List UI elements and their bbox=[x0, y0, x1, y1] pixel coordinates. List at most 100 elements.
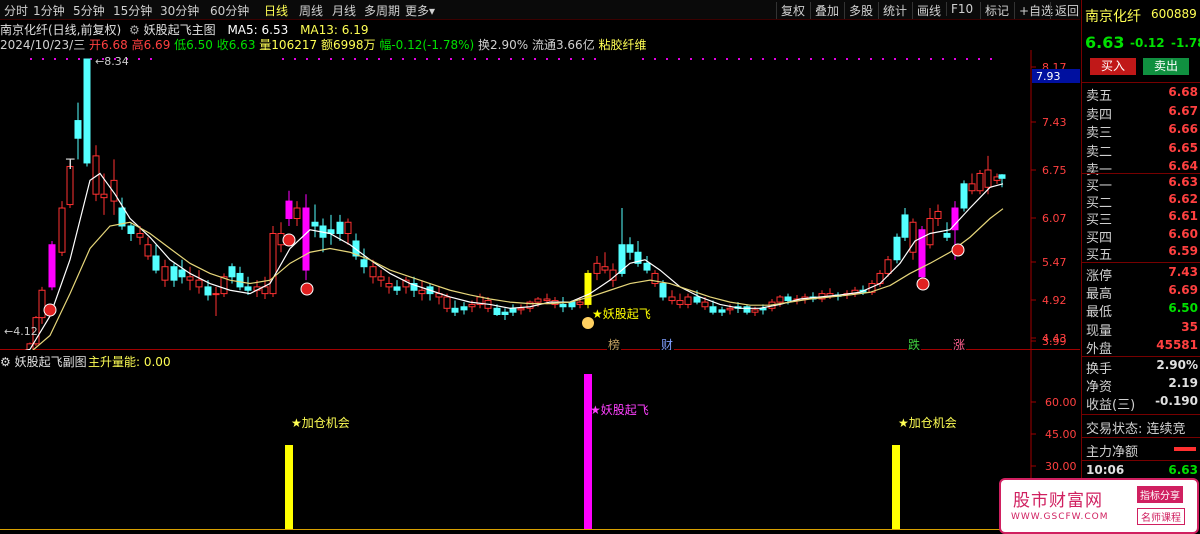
toolbar-button-8[interactable]: 返回 bbox=[1050, 2, 1083, 19]
top-marker-dot bbox=[750, 58, 752, 60]
candle-body bbox=[228, 266, 236, 278]
bid-label-2: 买三 bbox=[1086, 213, 1113, 229]
toolbar-button-6[interactable]: 标记 bbox=[980, 2, 1013, 19]
period-tab-7[interactable]: 周线 bbox=[299, 2, 323, 19]
period-tab-6[interactable]: 日线 bbox=[264, 2, 288, 19]
top-marker-dot bbox=[366, 58, 368, 60]
top-marker-dot bbox=[702, 58, 704, 60]
top-marker-dot bbox=[918, 58, 920, 60]
period-tab-9[interactable]: 多周期 bbox=[364, 2, 400, 19]
candle-body bbox=[377, 276, 385, 281]
stock-code: 600889 bbox=[1151, 7, 1197, 21]
kline-main-chart[interactable]: 8.177.436.756.075.474.924.433.997.93←8.3… bbox=[0, 50, 1080, 350]
candle-body bbox=[38, 289, 46, 319]
top-marker-dot bbox=[798, 58, 800, 60]
top-marker-dot bbox=[594, 58, 596, 60]
low-price-label: ←4.12 bbox=[4, 325, 38, 338]
top-marker-dot bbox=[426, 58, 428, 60]
candle-body bbox=[709, 306, 717, 313]
top-marker-dot bbox=[510, 58, 512, 60]
top-marker-dot bbox=[642, 58, 644, 60]
top-marker-dot bbox=[66, 58, 68, 60]
indicator-sub-chart[interactable]: ⚙ 妖股起飞副图 主升量能: 0.00 60.00 45.00 30.00 ★加仓机会 ★妖… bbox=[0, 350, 1080, 534]
top-marker-dot bbox=[534, 58, 536, 60]
period-tab-8[interactable]: 月线 bbox=[332, 2, 356, 19]
toolbar-button-4[interactable]: 画线 bbox=[912, 2, 945, 19]
candle-body bbox=[285, 200, 293, 219]
candle-body bbox=[976, 172, 984, 192]
stat-value-4: 45581 bbox=[1156, 337, 1198, 352]
candle-body bbox=[443, 296, 451, 309]
stat2-label-2: 收益(三) bbox=[1086, 398, 1136, 413]
top-marker-dot bbox=[546, 58, 548, 60]
toolbar-button-2[interactable]: 多股 bbox=[844, 2, 877, 19]
y-tick-label: 4.92 bbox=[1042, 294, 1067, 307]
candle-body bbox=[626, 244, 634, 253]
top-marker-dot bbox=[870, 58, 872, 60]
candle-body bbox=[509, 307, 517, 313]
period-tab-3[interactable]: 15分钟 bbox=[113, 2, 152, 19]
candle-body bbox=[385, 283, 393, 288]
candle-body bbox=[100, 193, 108, 199]
candle-body bbox=[83, 58, 91, 164]
stat-value-1: 6.69 bbox=[1168, 283, 1198, 298]
toolbar-button-1[interactable]: 叠加 bbox=[810, 2, 843, 19]
candle-body bbox=[534, 298, 542, 303]
top-marker-dot bbox=[486, 58, 488, 60]
top-marker-dot bbox=[942, 58, 944, 60]
period-tab-10[interactable]: 更多▾ bbox=[405, 2, 435, 19]
candle-body bbox=[684, 296, 692, 305]
period-tab-5[interactable]: 60分钟 bbox=[210, 2, 249, 19]
candle-body bbox=[302, 207, 310, 271]
top-marker-dot bbox=[966, 58, 968, 60]
candle-body bbox=[901, 214, 909, 238]
period-toolbar: 分时 1分钟 5分钟 15分钟 30分钟 60分钟 日线 周线 月线 多周期 更多▾ 复权 叠加 多股 统计… bbox=[0, 0, 1080, 20]
candle-body bbox=[943, 233, 951, 238]
stat2-label-1: 净资 bbox=[1086, 380, 1113, 395]
buy-button[interactable]: 买入 bbox=[1090, 58, 1136, 75]
top-marker-dot bbox=[138, 58, 140, 60]
candle-body bbox=[460, 306, 468, 311]
top-marker-dot bbox=[930, 58, 932, 60]
ask-label-3: 卖二 bbox=[1086, 144, 1113, 160]
top-marker-dot bbox=[30, 58, 32, 60]
period-tab-2[interactable]: 5分钟 bbox=[73, 2, 105, 19]
candle-body bbox=[212, 293, 220, 296]
period-tab-0[interactable]: 分时 bbox=[4, 2, 28, 19]
top-marker-dot bbox=[654, 58, 656, 60]
top-marker-dot bbox=[354, 58, 356, 60]
period-tab-1[interactable]: 1分钟 bbox=[33, 2, 65, 19]
event-tag: 榜 bbox=[608, 337, 620, 350]
top-marker-dot bbox=[462, 58, 464, 60]
price-tag-label: 7.93 bbox=[1036, 70, 1061, 83]
top-marker-dot bbox=[378, 58, 380, 60]
candle-body bbox=[244, 286, 252, 291]
indicator-name[interactable]: 妖股起飞主图 bbox=[144, 23, 216, 37]
signal-ball bbox=[951, 243, 965, 257]
top-marker-dot bbox=[738, 58, 740, 60]
last-price: 6.63 bbox=[1085, 33, 1125, 52]
gear-icon[interactable]: ⚙ bbox=[129, 23, 140, 37]
candle-body bbox=[743, 306, 751, 313]
period-tab-4[interactable]: 30分钟 bbox=[160, 2, 199, 19]
bid-label-4: 买五 bbox=[1086, 247, 1113, 263]
candle-body bbox=[336, 221, 344, 234]
candle-body bbox=[170, 266, 178, 281]
toolbar-button-0[interactable]: 复权 bbox=[776, 2, 809, 19]
candle-body bbox=[517, 307, 525, 311]
top-marker-dot bbox=[822, 58, 824, 60]
stock-chart-app: 分时 1分钟 5分钟 15分钟 30分钟 60分钟 日线 周线 月线 多周期 更多▾ 复权 叠加 多股 统计… bbox=[0, 0, 1200, 534]
sell-button[interactable]: 卖出 bbox=[1143, 58, 1189, 75]
toolbar-button-3[interactable]: 统计 bbox=[878, 2, 911, 19]
top-marker-dot bbox=[690, 58, 692, 60]
divider bbox=[1082, 173, 1200, 174]
candle-body bbox=[360, 259, 368, 268]
candle-body bbox=[934, 210, 942, 219]
candle-body bbox=[204, 286, 212, 296]
candle-body bbox=[186, 276, 194, 281]
candle-body bbox=[998, 174, 1006, 179]
candle-body bbox=[659, 283, 667, 298]
toolbar-button-5[interactable]: F10 bbox=[946, 2, 977, 16]
candle-body bbox=[48, 244, 56, 288]
bid-price-3: 6.60 bbox=[1168, 226, 1198, 241]
